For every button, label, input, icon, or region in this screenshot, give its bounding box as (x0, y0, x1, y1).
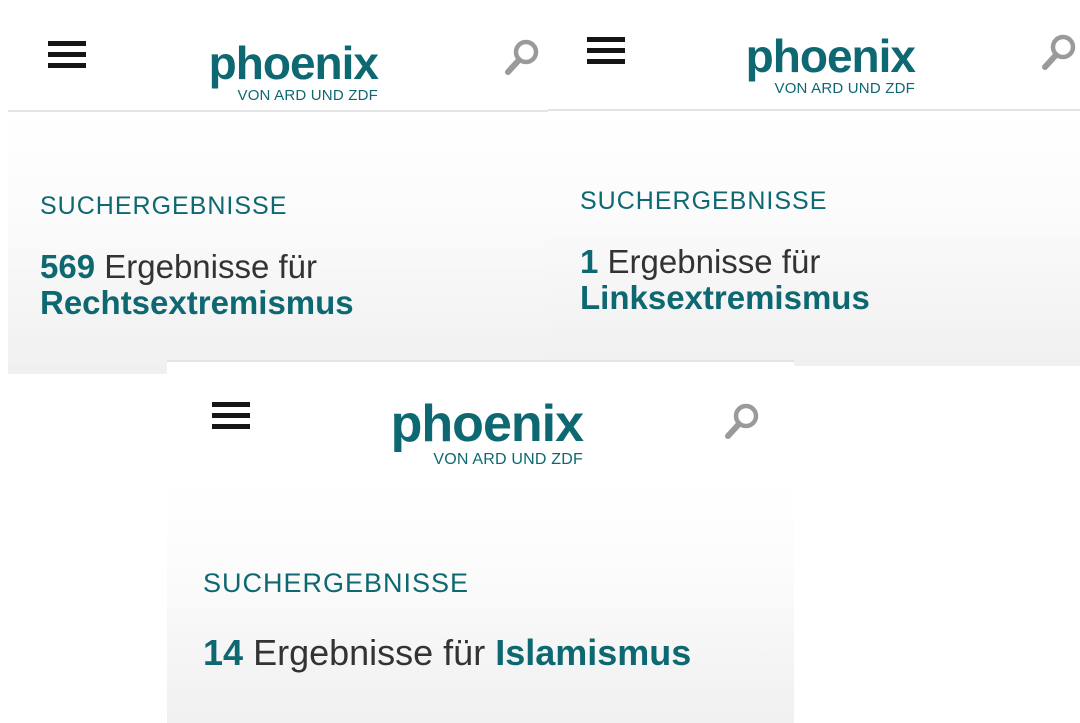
result-summary: 14 Ergebnisse für Islamismus (203, 632, 692, 673)
search-result-panel-islamismus: phoenix VON ARD UND ZDF SUCHERGEBNISSE 1… (167, 360, 794, 723)
logo-subtitle: VON ARD UND ZDF (774, 80, 915, 97)
logo-subtitle: VON ARD UND ZDF (237, 87, 378, 104)
site-header: phoenix VON ARD UND ZDF (548, 0, 1080, 111)
search-result-panel-linksextremismus: phoenix VON ARD UND ZDF SUCHERGEBNISSE 1… (548, 0, 1080, 366)
phoenix-logo[interactable]: phoenix VON ARD UND ZDF (375, 395, 584, 468)
result-text: Ergebnisse für (104, 248, 318, 285)
results-area: SUCHERGEBNISSE 14 Ergebnisse für Islamis… (167, 482, 794, 723)
search-result-panel-rechtsextremismus: phoenix VON ARD UND ZDF SUCHERGEBNISSE 5… (8, 4, 566, 374)
search-term: Islamismus (495, 632, 692, 673)
hamburger-menu-icon[interactable] (587, 37, 625, 65)
logo-wordmark: phoenix (390, 395, 584, 453)
logo-wordmark: phoenix (745, 30, 916, 82)
logo-wordmark: phoenix (208, 37, 379, 89)
result-count: 1 (580, 243, 599, 280)
result-text: Ergebnisse für (253, 632, 486, 673)
result-count: 14 (203, 632, 244, 673)
search-term: Linksextremismus (580, 278, 870, 316)
section-label: SUCHERGEBNISSE (203, 568, 470, 598)
phoenix-logo[interactable]: phoenix VON ARD UND ZDF (193, 37, 379, 104)
site-header: phoenix VON ARD UND ZDF (8, 4, 566, 112)
results-area: SUCHERGEBNISSE 1 Ergebnisse für Linksext… (548, 111, 1080, 366)
result-count: 569 (40, 248, 96, 285)
hamburger-menu-icon[interactable] (48, 41, 86, 69)
site-header: phoenix VON ARD UND ZDF (167, 360, 794, 484)
result-summary: 569 Ergebnisse für Rechtsextremismus (40, 249, 354, 320)
phoenix-logo[interactable]: phoenix VON ARD UND ZDF (731, 30, 916, 97)
section-label: SUCHERGEBNISSE (40, 192, 288, 220)
search-icon[interactable] (725, 402, 761, 440)
search-icon[interactable] (1042, 33, 1078, 71)
result-summary: 1 Ergebnisse für Linksextremismus (580, 244, 870, 315)
result-text: Ergebnisse für (607, 243, 821, 280)
results-area: SUCHERGEBNISSE 569 Ergebnisse für Rechts… (8, 112, 566, 374)
section-label: SUCHERGEBNISSE (580, 187, 828, 215)
hamburger-menu-icon[interactable] (212, 402, 250, 430)
search-term: Rechtsextremismus (40, 283, 354, 321)
search-icon[interactable] (505, 38, 541, 76)
logo-subtitle: VON ARD UND ZDF (433, 451, 583, 468)
